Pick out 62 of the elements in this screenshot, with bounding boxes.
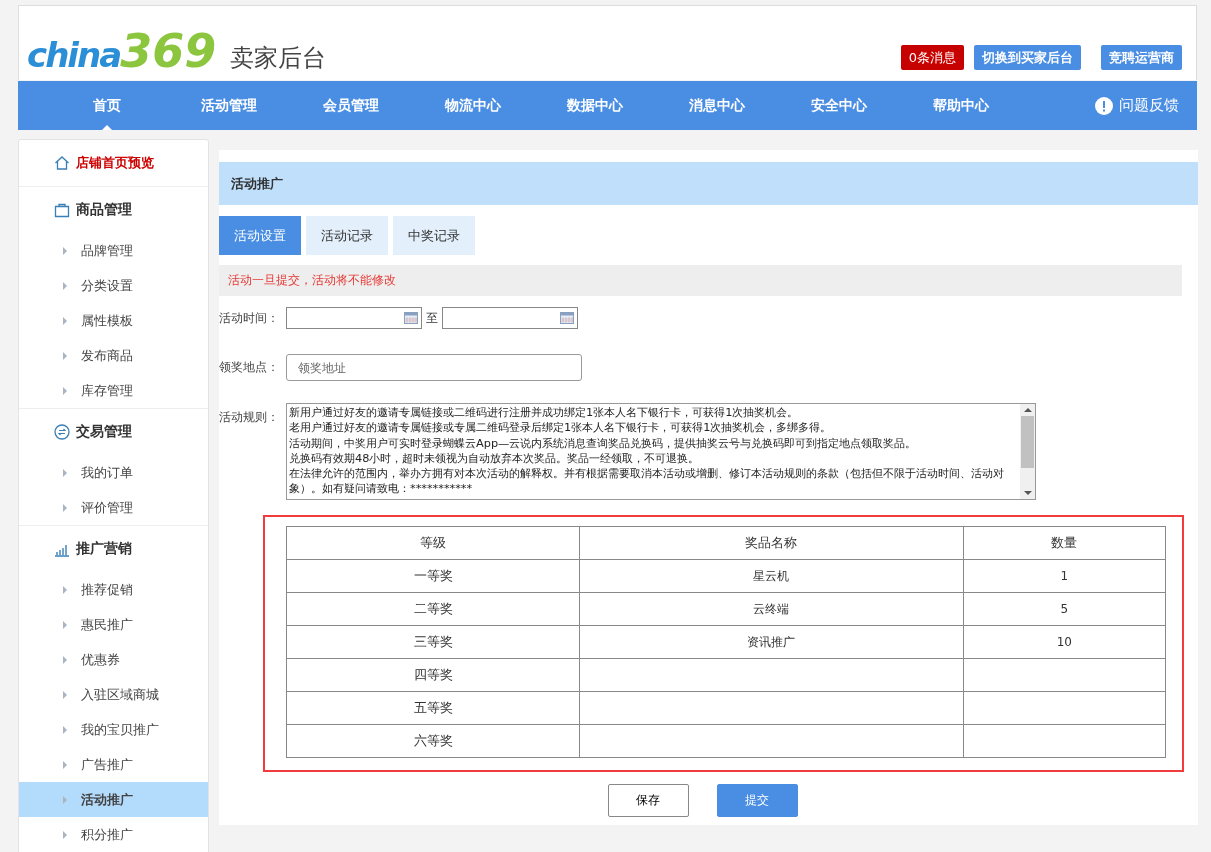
table-cell: 1 (963, 559, 1166, 593)
table-cell: 二等奖 (286, 592, 580, 626)
table-cell: 云终端 (579, 592, 964, 626)
logo: china369 (27, 28, 217, 74)
table-cell: 一等奖 (286, 559, 580, 593)
group-label: 推广营销 (76, 540, 132, 558)
range-separator: 至 (426, 309, 438, 327)
sidebar-item[interactable]: 积分推广 (19, 817, 208, 852)
table-cell: 五等奖 (286, 691, 580, 725)
sidebar-item[interactable]: 品牌管理 (19, 233, 208, 268)
rules-text-line: 在法律允许的范围内，举办方拥有对本次活动的解释权。并有根据需要取消本活动或增删、修订本活动规则的条款（包括但不限于活动时间、活动对象）。如有疑问请致电：*********** (289, 466, 1005, 497)
tab[interactable]: 活动记录 (306, 216, 388, 255)
group-label: 商品管理 (76, 201, 132, 219)
sidebar-item[interactable]: 我的宝贝推广 (19, 712, 208, 747)
calendar-icon (560, 312, 574, 324)
sidebar-item[interactable]: 发布商品 (19, 338, 208, 373)
sidebar-item[interactable]: 优惠券 (19, 642, 208, 677)
bag-icon (54, 202, 70, 218)
rules-text-line: 新用户通过好友的邀请专属链接或二维码进行注册并成功绑定1张本人名下银行卡，可获得1次抽奖机会。 (289, 405, 800, 421)
table-cell: 六等奖 (286, 724, 580, 758)
alert-icon (1095, 96, 1113, 115)
scrollbar[interactable] (1020, 404, 1035, 499)
store-preview-link[interactable]: 店铺首页预览 (19, 140, 208, 186)
sidebar-item[interactable]: 惠民推广 (19, 607, 208, 642)
field-label: 活动时间： (219, 309, 280, 327)
table-cell: 资讯推广 (579, 625, 964, 659)
sidebar-item[interactable]: 推荐促销 (19, 572, 208, 607)
sidebar-item[interactable]: 广告推广 (19, 747, 208, 782)
exchange-icon (54, 424, 70, 440)
rules-textarea[interactable] (286, 403, 1036, 500)
sidebar-item[interactable]: 我的订单 (19, 455, 208, 490)
messages-button[interactable]: 0条消息 (900, 45, 964, 70)
home-icon (54, 155, 70, 171)
save-button[interactable]: 保存 (607, 784, 689, 817)
panel-title-bar: 活动推广 (219, 162, 1198, 205)
column-header: 等级 (286, 526, 580, 560)
sidebar-item[interactable]: 评价管理 (19, 490, 208, 525)
field-label: 活动规则： (219, 409, 280, 426)
rules-text-line: 活动期间，中奖用户可实时登录蝴蝶云App—云说内系统消息查询奖品兑换码，提供抽奖云号与兑换码即可到指定地点领取奖品。 (289, 435, 918, 451)
date-field[interactable] (286, 307, 422, 329)
column-header: 奖品名称 (579, 526, 964, 560)
table-cell: 四等奖 (286, 658, 580, 692)
sidebar-item[interactable]: 活动推广 (19, 782, 208, 817)
field-label: 领奖地点： (219, 359, 280, 376)
site-title: 卖家后台 (230, 43, 327, 74)
table-cell: 星云机 (579, 559, 964, 593)
rules-text-line: 兑换码有效期48小时，超时未领视为自动放弃本次奖品。奖品一经领取，不可退换。 (289, 450, 701, 467)
table-cell: 三等奖 (286, 625, 580, 659)
sidebar-item[interactable]: 属性模板 (19, 303, 208, 338)
sidebar-item[interactable]: 库存管理 (19, 373, 208, 408)
table-cell: 5 (963, 592, 1166, 626)
tab[interactable]: 中奖记录 (393, 216, 475, 255)
warning-notice: 活动一旦提交，活动将不能修改 (219, 265, 1182, 296)
group-label: 交易管理 (76, 423, 132, 441)
rules-text-line: 老用户通过好友的邀请专属链接或专属二维码登录后绑定1张本人名下银行卡，可获得1次抽奖机会，多绑多得。 (289, 420, 833, 436)
sidebar-item[interactable]: 分类设置 (19, 268, 208, 303)
column-header: 数量 (963, 526, 1166, 560)
table-cell: 10 (963, 625, 1166, 659)
date-field[interactable] (442, 307, 578, 329)
sidebar-item[interactable]: 入驻区域商城 (19, 677, 208, 712)
address-input[interactable]: 领奖地址 (286, 354, 582, 381)
calendar-icon (404, 312, 418, 324)
